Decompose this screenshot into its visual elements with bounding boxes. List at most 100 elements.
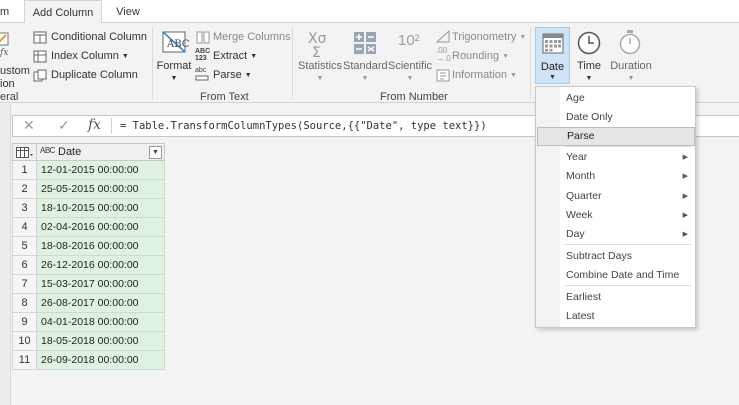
group-divider xyxy=(152,27,153,99)
table-cell-date[interactable]: 26-08-2017 00:00:00 xyxy=(37,294,165,313)
duplicate-column-button[interactable]: Duplicate Column xyxy=(51,69,138,81)
menu-item-parse[interactable]: Parse xyxy=(537,127,695,146)
row-number[interactable]: 4 xyxy=(12,218,37,237)
table-cell-date[interactable]: 25-05-2015 00:00:00 xyxy=(37,180,165,199)
column-header-date[interactable]: ABC Date ▼ xyxy=(37,143,165,161)
menu-item-label: Latest xyxy=(566,310,595,322)
tab-view[interactable]: View xyxy=(108,0,148,23)
date-label: Date xyxy=(540,61,565,73)
row-number[interactable]: 9 xyxy=(12,313,37,332)
conditional-column-button[interactable]: Conditional Column xyxy=(51,31,147,43)
duplicate-column-icon xyxy=(33,69,47,85)
trigonometry-label: Trigonometry xyxy=(452,31,517,43)
statistics-button[interactable]: Statistics ▼ xyxy=(298,60,342,84)
cancel-icon[interactable]: ✕ xyxy=(23,117,35,134)
standard-button[interactable]: Standard ▼ xyxy=(343,60,388,84)
confirm-icon[interactable]: ✓ xyxy=(58,117,70,134)
group-label-general: eral xyxy=(0,91,19,103)
table-cell-date[interactable]: 18-08-2016 00:00:00 xyxy=(37,237,165,256)
tab-transform-partial[interactable]: m xyxy=(0,0,14,23)
row-number[interactable]: 3 xyxy=(12,199,37,218)
time-button[interactable]: Time ▼ xyxy=(572,60,606,84)
table-cell-date[interactable]: 26-12-2016 00:00:00 xyxy=(37,256,165,275)
parse-icon: abc xyxy=(195,67,209,84)
row-number[interactable]: 10 xyxy=(12,332,37,351)
menu-item-day[interactable]: Day ▶ xyxy=(561,225,695,244)
table-cell-date[interactable]: 02-04-2016 00:00:00 xyxy=(37,218,165,237)
parse-icon-text: abc xyxy=(195,67,207,74)
date-dropdown-menu: Age Date Only Parse Year ▶ Month ▶ Quarter ▶ Week… xyxy=(535,86,696,328)
chevron-down-icon: ▼ xyxy=(519,34,527,41)
statistics-icon: Χσ Σ xyxy=(305,28,333,61)
filter-dropdown-icon[interactable]: ▼ xyxy=(149,146,162,159)
custom-column-label-1[interactable]: ustom xyxy=(0,65,30,77)
date-button[interactable]: Date ▼ xyxy=(535,27,570,84)
menu-item-year[interactable]: Year ▶ xyxy=(561,148,695,167)
table-icon xyxy=(16,147,33,158)
table-cell-date[interactable]: 12-01-2015 00:00:00 xyxy=(37,161,165,180)
menu-item-date-only[interactable]: Date Only xyxy=(561,108,695,127)
chevron-down-icon: ▼ xyxy=(549,74,556,81)
row-number[interactable]: 1 xyxy=(12,161,37,180)
fx-icon[interactable]: fx xyxy=(88,117,101,133)
formula-separator xyxy=(111,118,112,134)
text-type-icon[interactable]: ABC xyxy=(40,146,55,155)
tab-add-column[interactable]: Add Column xyxy=(24,0,102,24)
scientific-icon: 10² xyxy=(398,32,420,49)
trigonometry-icon xyxy=(435,29,450,46)
extract-icon-text: ABC xyxy=(195,48,211,55)
custom-column-label-2[interactable]: ion xyxy=(0,78,15,90)
merge-columns-button[interactable]: Merge Columns xyxy=(213,31,291,43)
row-number[interactable]: 6 xyxy=(12,256,37,275)
row-number[interactable]: 5 xyxy=(12,237,37,256)
row-number[interactable]: 7 xyxy=(12,275,37,294)
rounding-label: Rounding xyxy=(452,50,500,62)
parse-button[interactable]: Parse ▼ xyxy=(213,69,252,81)
chevron-down-icon: ▼ xyxy=(250,53,258,60)
information-icon xyxy=(436,69,450,85)
menu-item-week[interactable]: Week ▶ xyxy=(561,206,695,225)
menu-item-combine-date-and-time[interactable]: Combine Date and Time xyxy=(561,266,695,285)
menu-item-label: Parse xyxy=(567,130,595,142)
duration-button[interactable]: Duration ▼ xyxy=(608,60,654,84)
trigonometry-button[interactable]: Trigonometry ▼ xyxy=(452,31,526,43)
row-number[interactable]: 2 xyxy=(12,180,37,199)
menu-item-month[interactable]: Month ▶ xyxy=(561,167,695,186)
conditional-column-icon xyxy=(33,31,47,47)
extract-label: Extract xyxy=(213,50,248,62)
menu-item-latest[interactable]: Latest xyxy=(561,307,695,326)
rounding-button[interactable]: Rounding ▼ xyxy=(452,50,509,62)
table-menu-button[interactable] xyxy=(12,143,37,161)
column-header-label: Date xyxy=(58,146,82,158)
menu-item-subtract-days[interactable]: Subtract Days xyxy=(561,247,695,266)
formula-input[interactable]: = Table.TransformColumnTypes(Source,{{"D… xyxy=(120,120,487,132)
extract-icon-text: 123 xyxy=(195,55,207,62)
rounding-icon: .00 →.0 xyxy=(436,46,451,63)
index-column-icon xyxy=(33,50,47,66)
menu-item-age[interactable]: Age xyxy=(561,89,695,108)
chevron-down-icon: ▼ xyxy=(502,53,510,60)
table-cell-date[interactable]: 15-03-2017 00:00:00 xyxy=(37,275,165,294)
table-cell-date[interactable]: 26-09-2018 00:00:00 xyxy=(37,351,165,370)
submenu-arrow-icon: ▶ xyxy=(682,231,688,238)
table-cell-date[interactable]: 18-05-2018 00:00:00 xyxy=(37,332,165,351)
queries-pane-edge[interactable] xyxy=(0,104,11,405)
stopwatch-icon xyxy=(618,29,642,58)
menu-item-quarter[interactable]: Quarter ▶ xyxy=(561,187,695,206)
menu-item-earliest[interactable]: Earliest xyxy=(561,288,695,307)
information-button[interactable]: Information ▼ xyxy=(452,69,517,81)
information-label: Information xyxy=(452,69,508,81)
format-button[interactable]: Format ▼ xyxy=(155,60,193,84)
index-column-button[interactable]: Index Column ▼ xyxy=(51,50,129,62)
chevron-down-icon: ▼ xyxy=(121,53,129,60)
table-cell-date[interactable]: 04-01-2018 00:00:00 xyxy=(37,313,165,332)
svg-text:ABC: ABC xyxy=(166,39,189,50)
standard-icon xyxy=(353,31,377,58)
custom-column-icon: fx xyxy=(0,29,10,60)
standard-label: Standard xyxy=(343,60,388,72)
scientific-button[interactable]: Scientific ▼ xyxy=(388,60,432,84)
row-number[interactable]: 11 xyxy=(12,351,37,370)
row-number[interactable]: 8 xyxy=(12,294,37,313)
extract-button[interactable]: Extract ▼ xyxy=(213,50,257,62)
table-cell-date[interactable]: 18-10-2015 00:00:00 xyxy=(37,199,165,218)
